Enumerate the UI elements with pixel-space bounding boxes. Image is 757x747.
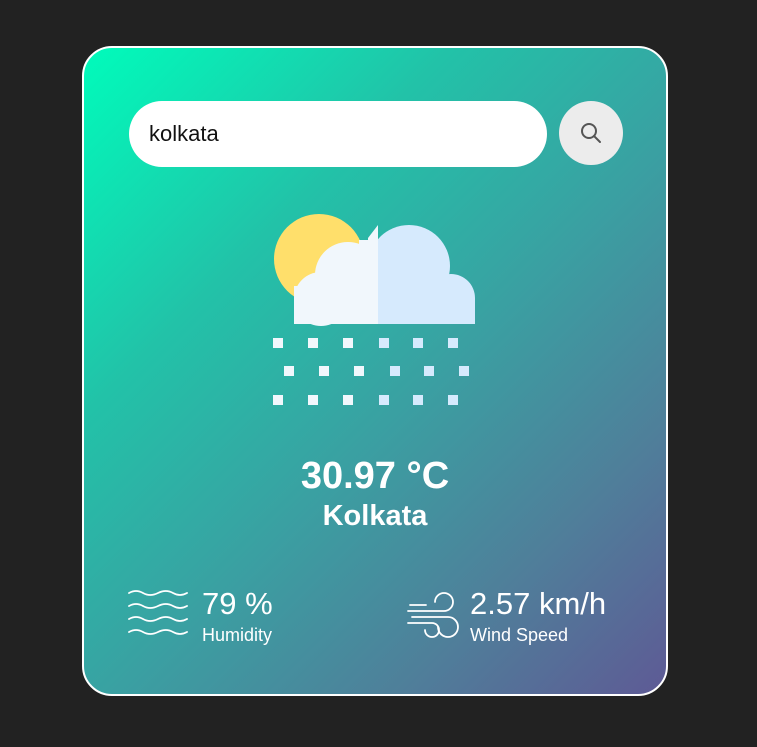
wind-value: 2.57 km/h (470, 586, 607, 621)
weather-card: 30.97 °C Kolkata 79 % Humidity 2.57 km/h… (82, 46, 668, 696)
humidity-value: 79 % (202, 586, 273, 621)
snow-cloud-sun-icon (273, 214, 475, 405)
city-name: Kolkata (322, 500, 428, 532)
wind-icon (407, 592, 459, 638)
wind-label: Wind Speed (470, 625, 569, 645)
search-icon (581, 123, 601, 143)
city-search-input[interactable] (129, 101, 547, 167)
search-button[interactable] (559, 101, 623, 165)
humidity-label: Humidity (202, 625, 273, 645)
humidity-waves-icon (128, 590, 188, 635)
temperature-value: 30.97 °C (300, 455, 450, 497)
